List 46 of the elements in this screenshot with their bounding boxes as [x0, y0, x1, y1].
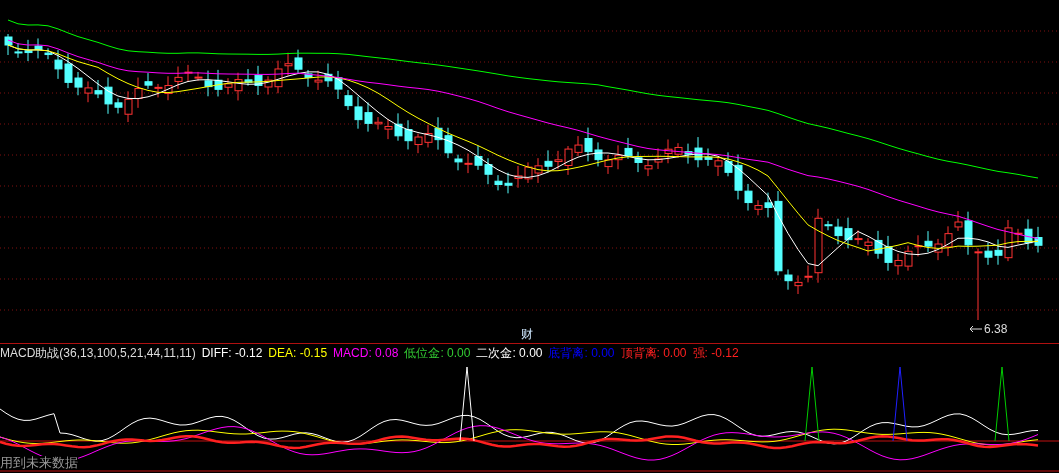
- price-label: 6.38: [984, 322, 1008, 336]
- candlestick: [594, 141, 603, 167]
- candlestick: [794, 274, 803, 295]
- indicator-reading: 二次金: 0.00: [476, 345, 543, 361]
- candlestick: [524, 161, 533, 184]
- candlestick: [334, 70, 343, 100]
- candlestick: [174, 66, 183, 90]
- candlestick: [84, 80, 93, 103]
- candlestick: [24, 39, 33, 62]
- indicator-reading: 顶背离: 0.00: [620, 345, 687, 361]
- candlestick: [624, 137, 633, 160]
- candlestick: [914, 234, 923, 257]
- candlestick: [654, 147, 663, 170]
- indicator-reading: 强: -0.12: [692, 345, 739, 361]
- indicator-reading: DIFF: -0.12: [201, 345, 263, 361]
- candlestick: [544, 149, 553, 174]
- indicator-reading: 低位金: 0.00: [404, 345, 471, 361]
- candlestick: [284, 52, 293, 77]
- candlestick: [464, 153, 473, 174]
- indicator-reading: 底背离: 0.00: [548, 345, 615, 361]
- candlestick: [314, 70, 323, 91]
- candlestick: [504, 172, 513, 194]
- candlestick: [4, 33, 13, 56]
- indicator-name: MACD助战(36,13,100,5,21,44,11,11): [0, 345, 196, 361]
- candlestick: [634, 151, 643, 173]
- candlestick: [644, 158, 653, 177]
- indicator-reading: MACD: 0.08: [333, 345, 399, 361]
- candlestick: [934, 238, 943, 261]
- candlestick: [14, 42, 23, 59]
- candlestick: [614, 144, 623, 170]
- warning-note: 用到未来数据: [0, 456, 78, 470]
- candlestick: [294, 49, 303, 74]
- candlestick: [534, 157, 543, 184]
- arrow-icon: [969, 325, 983, 333]
- candlestick: [924, 230, 933, 253]
- candlestick: [514, 165, 523, 189]
- candlestick: [604, 154, 613, 175]
- candlestick: [1034, 226, 1043, 253]
- candlestick: [904, 245, 913, 272]
- candlestick: [304, 69, 313, 88]
- candlestick: [394, 112, 403, 142]
- indicator-reading: DEA: -0.15: [268, 345, 328, 361]
- candlestick: [324, 63, 333, 88]
- event-marker: 财: [521, 326, 533, 343]
- candlestick: [474, 145, 483, 171]
- candlestick: [714, 156, 723, 177]
